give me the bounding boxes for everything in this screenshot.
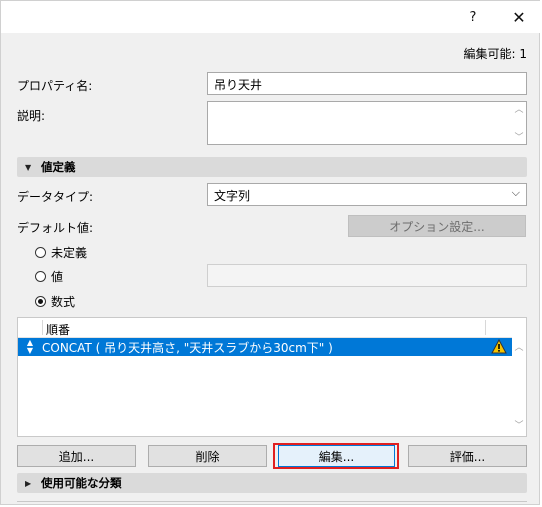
scroll-up-icon[interactable]: ︿ xyxy=(512,340,526,353)
editable-count: 編集可能: 1 xyxy=(463,47,528,61)
default-value-label: デフォルト値: xyxy=(17,221,94,235)
data-type-label: データタイプ: xyxy=(17,190,94,204)
radio-value[interactable]: 値 xyxy=(35,268,63,285)
section-title: 使用可能な分類 xyxy=(41,476,122,490)
header-separator xyxy=(42,320,43,335)
divider xyxy=(17,501,527,502)
data-type-select[interactable]: 文字列 ⌵ xyxy=(207,183,527,206)
value-input[interactable] xyxy=(207,264,527,287)
edit-button-highlight xyxy=(273,443,399,469)
reorder-handle-icon[interactable]: ▲ ▼ xyxy=(18,339,42,355)
close-button[interactable]: ✕ xyxy=(499,1,539,33)
scroll-up-icon[interactable]: ︿ xyxy=(512,102,526,115)
option-settings-button[interactable]: オプション設定... xyxy=(348,215,526,237)
scroll-down-icon[interactable]: ﹀ xyxy=(512,418,526,431)
scroll-down-icon[interactable]: ﹀ xyxy=(512,130,526,143)
property-dialog: ? ✕ 編集可能: 1 プロパティ名: 吊り天井 説明: ︿ ﹀ ▼ 値定義 デ… xyxy=(0,0,541,505)
property-name-input[interactable]: 吊り天井 xyxy=(207,72,527,95)
radio-circle-icon xyxy=(35,271,46,282)
chevron-down-icon: ⌵ xyxy=(511,186,520,199)
radio-label: 未定義 xyxy=(51,246,88,260)
list-header: 順番 xyxy=(18,318,512,338)
warning-icon xyxy=(491,338,507,357)
radio-label: 値 xyxy=(51,270,64,284)
collapsed-triangle-icon: ▶ xyxy=(25,478,32,488)
radio-circle-selected-icon xyxy=(35,296,46,307)
expand-triangle-icon: ▼ xyxy=(25,162,32,172)
description-label: 説明: xyxy=(17,109,46,123)
title-bar: ? ✕ xyxy=(1,1,541,33)
radio-label: 数式 xyxy=(51,295,76,309)
value-definition-section[interactable]: ▼ 値定義 xyxy=(17,157,527,177)
section-title: 値定義 xyxy=(41,160,76,174)
radio-undefined[interactable]: 未定義 xyxy=(35,244,87,261)
list-scrollbar[interactable]: ︿ ﹀ xyxy=(512,318,526,436)
radio-circle-icon xyxy=(35,247,46,258)
header-separator xyxy=(485,320,486,335)
evaluate-button[interactable]: 評価... xyxy=(408,445,527,467)
formula-row[interactable]: ▲ ▼ CONCAT ( 吊り天井高さ, "天井スラブから30cm下" ) xyxy=(18,338,512,356)
formula-list[interactable]: 順番 ▲ ▼ CONCAT ( 吊り天井高さ, "天井スラブから30cm下" ) … xyxy=(17,317,527,437)
description-scrollbar[interactable]: ︿ ﹀ xyxy=(512,102,526,144)
delete-button[interactable]: 削除 xyxy=(148,445,267,467)
description-input[interactable] xyxy=(207,101,527,145)
property-name-label: プロパティ名: xyxy=(17,79,93,93)
radio-formula[interactable]: 数式 xyxy=(35,293,75,310)
help-button[interactable]: ? xyxy=(453,1,493,33)
data-type-value: 文字列 xyxy=(214,189,251,203)
add-button[interactable]: 追加... xyxy=(17,445,136,467)
available-categories-section[interactable]: ▶ 使用可能な分類 xyxy=(17,473,527,493)
order-header[interactable]: 順番 xyxy=(46,321,70,338)
formula-text: CONCAT ( 吊り天井高さ, "天井スラブから30cm下" ) xyxy=(42,340,333,355)
